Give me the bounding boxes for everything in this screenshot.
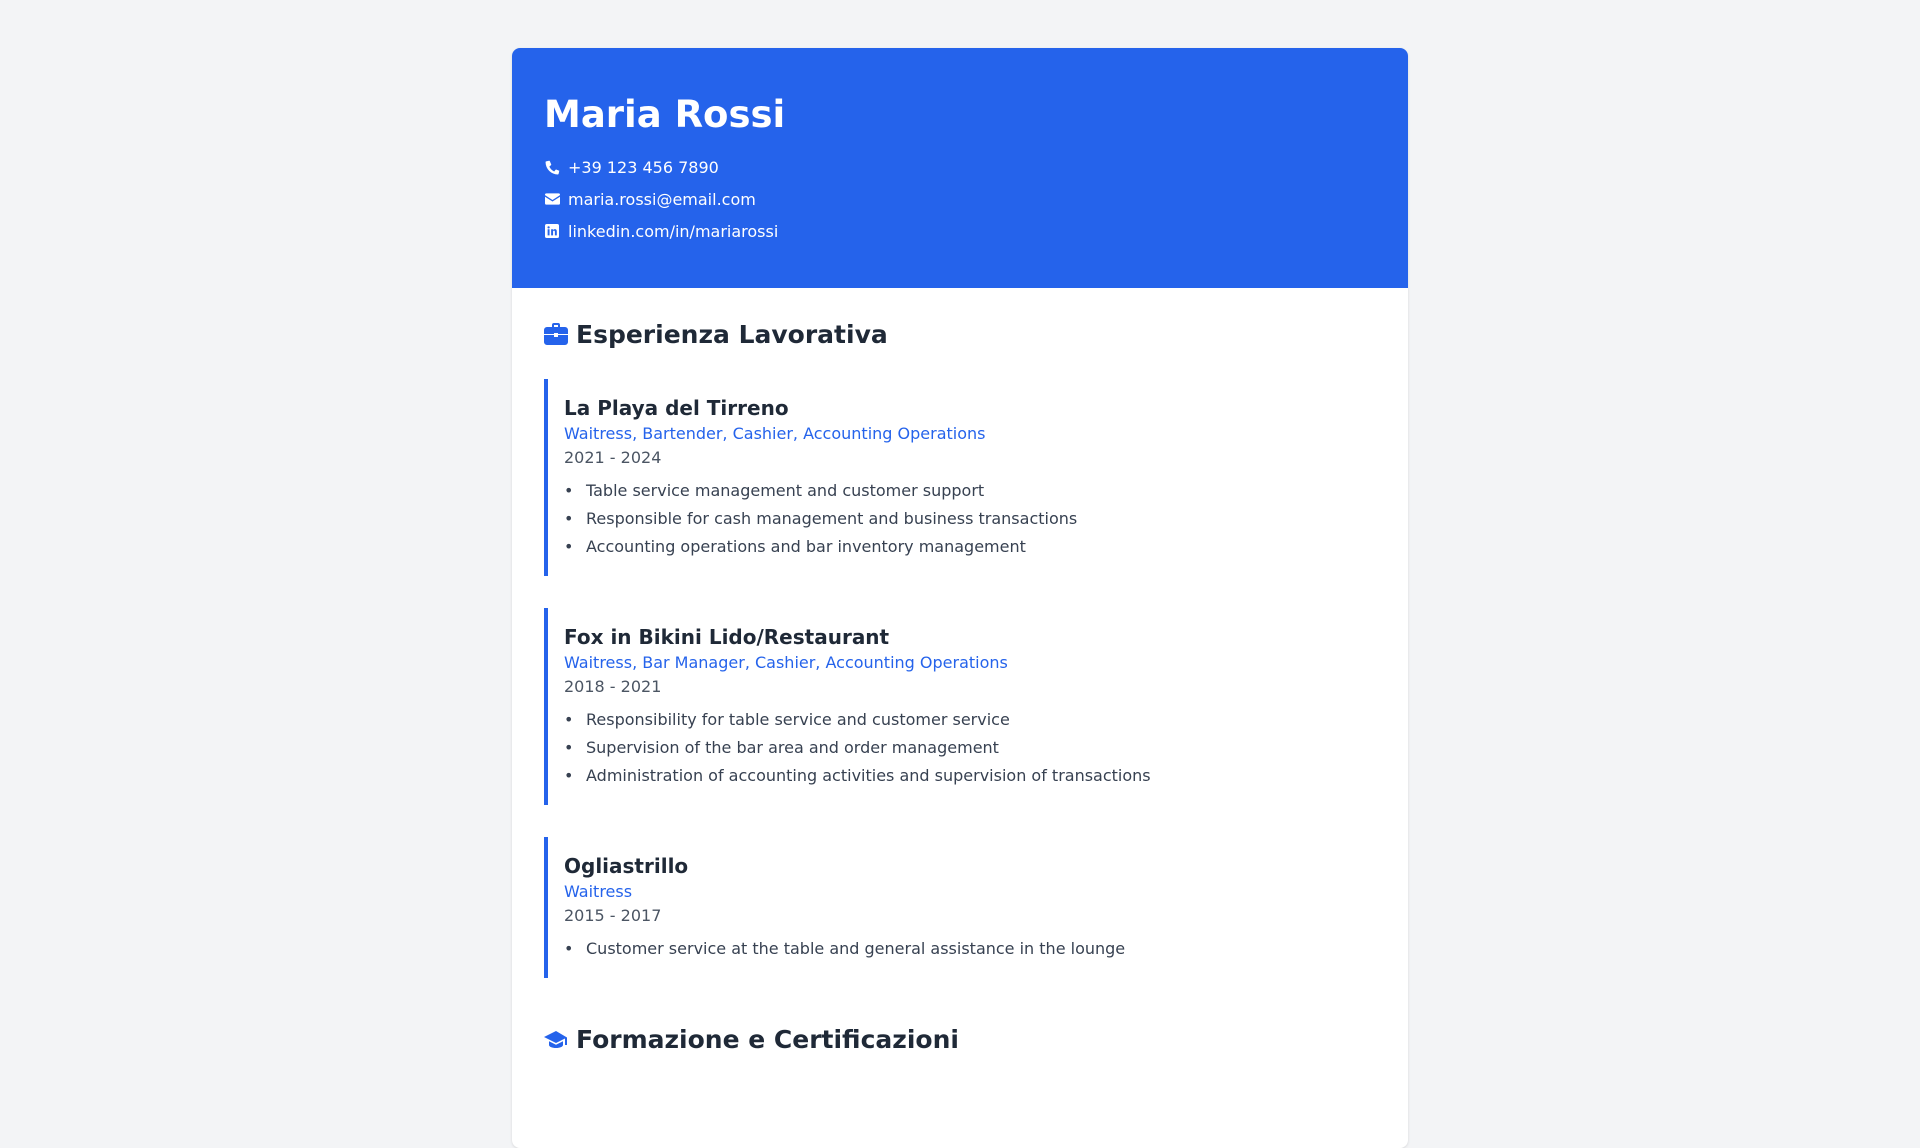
education-heading: Formazione e Certificazioni [544,1022,1376,1056]
job-dates: 2021 - 2024 [564,448,662,467]
job-role: Waitress [564,882,633,901]
duty-item: • Supervision of the bar area and order m… [564,738,999,757]
duty-item: • Table service management and customer s… [564,481,985,500]
envelope-icon [544,191,560,207]
experience-heading: Esperienza Lavorativa [544,317,1376,351]
job-dates: 2018 - 2021 [564,677,662,696]
duty-item: • Accounting operations and bar inventory… [564,537,1026,556]
candidate-name: Maria Rossi [544,93,786,136]
phone-number[interactable]: +39 123 456 7890 [568,158,719,177]
duty-item: • Administration of accounting activities… [564,766,1151,785]
job-duties: • Responsibility for table service and cu… [564,706,1376,790]
job-duties: • Customer service at the table and gener… [564,935,1376,963]
experience-item: Ogliastrillo Waitress 2015 - 2017 • Custo… [544,837,1376,978]
resume-header: Maria Rossi +39 123 456 7890 maria.rossi… [512,48,1408,288]
experience-item: Fox in Bikini Lido/Restaurant Waitress, … [544,608,1376,805]
resume-card: Maria Rossi +39 123 456 7890 maria.rossi… [512,48,1408,1148]
linkedin-url[interactable]: linkedin.com/in/mariarossi [568,222,778,241]
education-section: Formazione e Certificazioni [512,1010,1408,1056]
job-dates: 2015 - 2017 [564,906,662,925]
duty-item: • Responsibility for table service and cu… [564,710,1010,729]
company-name: Ogliastrillo [564,854,689,878]
experience-section: Esperienza Lavorativa La Playa del Tirre… [512,288,1408,978]
phone-icon [544,159,560,175]
experience-item: La Playa del Tirreno Waitress, Bartender… [544,379,1376,576]
duty-item: • Customer service at the table and gener… [564,939,1126,958]
job-role: Waitress, Bartender, Cashier, Accounting… [564,424,986,443]
company-name: Fox in Bikini Lido/Restaurant [564,625,890,649]
education-title: Formazione e Certificazioni [576,1024,959,1054]
linkedin-icon [544,223,560,239]
contact-phone: +39 123 456 7890 [544,151,1376,183]
company-name: La Playa del Tirreno [564,396,789,420]
graduation-cap-icon [544,1027,568,1051]
contact-list: +39 123 456 7890 maria.rossi@email.com l… [544,151,1376,247]
experience-list: La Playa del Tirreno Waitress, Bartender… [544,379,1376,978]
contact-email: maria.rossi@email.com [544,183,1376,215]
duty-item: • Responsible for cash management and bus… [564,509,1078,528]
email-address[interactable]: maria.rossi@email.com [568,190,756,209]
contact-linkedin: linkedin.com/in/mariarossi [544,215,1376,247]
briefcase-icon [544,322,568,346]
job-duties: • Table service management and customer s… [564,477,1376,561]
job-role: Waitress, Bar Manager, Cashier, Accounti… [564,653,1008,672]
experience-title: Esperienza Lavorativa [576,319,888,349]
